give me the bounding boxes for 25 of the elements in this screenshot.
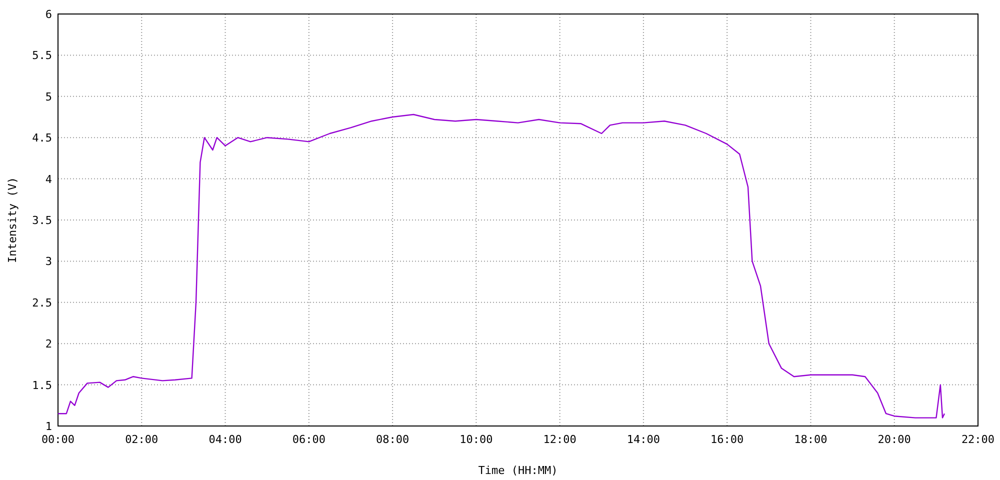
tick-label: 00:00 [41, 433, 75, 446]
axis-title: Time (HH:MM) [478, 464, 558, 477]
tick-label: 2.5 [32, 296, 52, 310]
tick-label: 18:00 [794, 433, 828, 446]
tick-label: 04:00 [208, 433, 242, 446]
tick-label: 4 [45, 172, 52, 186]
tick-label: 2 [45, 338, 52, 351]
tick-label: 4.5 [32, 132, 52, 145]
tick-label: 5.5 [32, 49, 52, 62]
tick-label: 1.5 [32, 378, 52, 392]
tick-label: 3.5 [32, 214, 52, 227]
tick-label: 6 [45, 8, 52, 21]
tick-label: 10:00 [460, 433, 493, 446]
tick-label: 06:00 [292, 433, 326, 446]
tick-label: 02:00 [125, 433, 158, 446]
tick-label: 16:00 [710, 433, 744, 446]
tick-label: 14:00 [626, 433, 660, 446]
tick-label: 08:00 [376, 433, 410, 446]
tick-label: 12:00 [543, 433, 576, 446]
tick-label: 3 [45, 255, 52, 268]
tick-label: 22:00 [961, 433, 995, 446]
tick-label: 1 [45, 420, 52, 433]
axis-title: Intensity (V) [6, 176, 19, 264]
tick-label: 20:00 [878, 433, 911, 446]
tick-label: 5 [45, 90, 52, 104]
